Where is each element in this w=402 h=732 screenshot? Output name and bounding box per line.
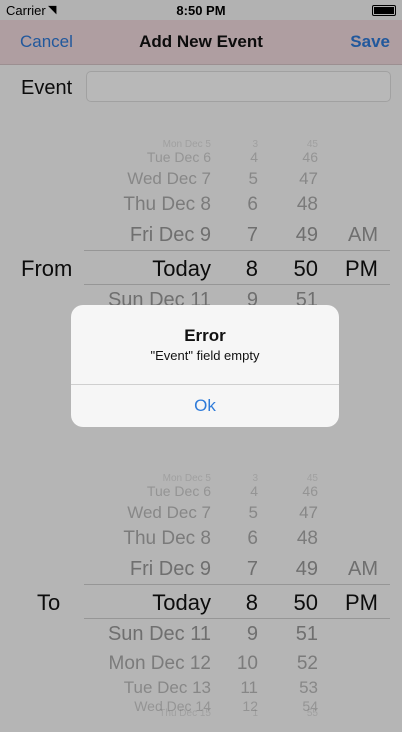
ok-button[interactable]: Ok (71, 385, 339, 427)
error-alert: Error "Event" field empty Ok (71, 305, 339, 427)
alert-title: Error (184, 326, 226, 345)
alert-message: "Event" field empty (150, 348, 260, 363)
